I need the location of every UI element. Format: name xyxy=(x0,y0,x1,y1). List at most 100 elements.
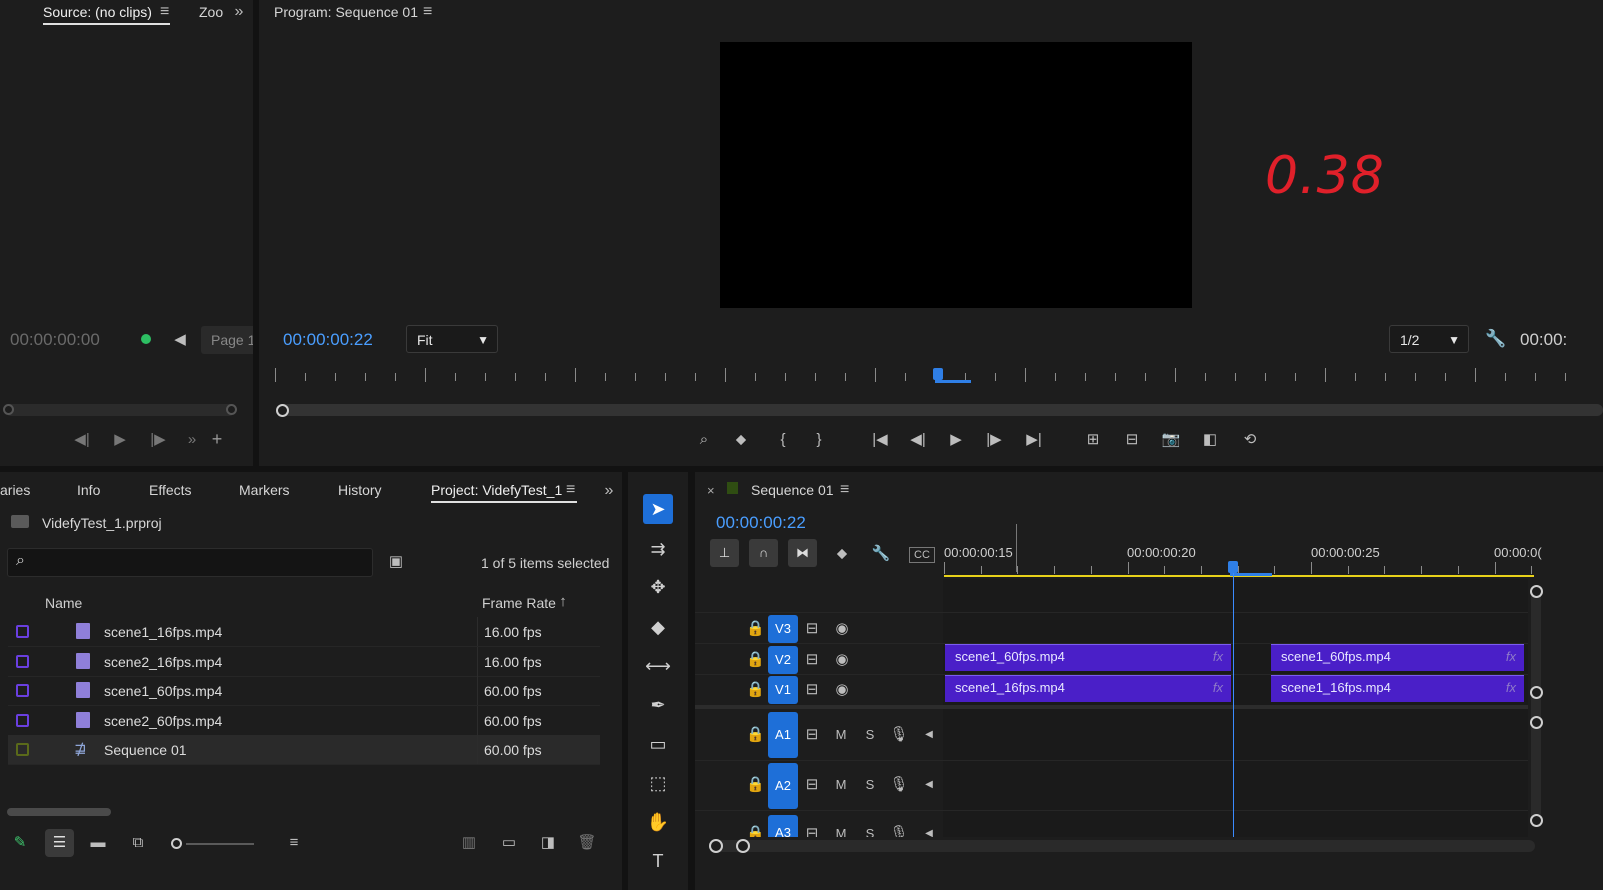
vertical-scrollbar-track[interactable] xyxy=(1531,588,1541,822)
timeline-menu-icon[interactable]: ≡ xyxy=(840,481,849,499)
track-target-v2[interactable]: V2 xyxy=(768,646,798,674)
column-header-name[interactable]: Name xyxy=(45,595,82,611)
resolution-dropdown[interactable]: 1/2 ▼ xyxy=(1389,325,1469,353)
sync-lock-icon[interactable]: ⊟ xyxy=(803,650,821,670)
track-target-a3[interactable]: A3 xyxy=(768,815,798,837)
type-tool-icon[interactable]: T xyxy=(643,846,673,876)
label-color-swatch[interactable] xyxy=(16,684,29,697)
captions-icon[interactable]: CC xyxy=(909,547,935,563)
go-to-in-icon[interactable]: |◀ xyxy=(868,430,892,450)
timeline-timecode[interactable]: 00:00:00:22 xyxy=(716,513,806,533)
lock-icon[interactable]: 🔒 xyxy=(746,824,765,837)
program-scrub-bar[interactable] xyxy=(277,404,1603,416)
close-tab-icon[interactable]: × xyxy=(707,483,715,498)
timeline-settings-wrench-icon[interactable]: 🔧 xyxy=(871,544,891,564)
tab-sequence[interactable]: Sequence 01 xyxy=(751,482,834,498)
extract-icon[interactable]: ⊟ xyxy=(1119,430,1145,450)
add-marker-icon[interactable]: ⬥ xyxy=(731,430,751,450)
source-play-icon[interactable]: ▶ xyxy=(110,430,130,450)
mark-out-icon[interactable]: } xyxy=(809,430,829,450)
freeform-view-icon[interactable]: ⧉ xyxy=(126,833,150,853)
more-controls-icon[interactable]: » xyxy=(182,430,202,450)
step-back-frame-icon[interactable]: ◀| xyxy=(907,430,929,450)
sort-icons-icon[interactable]: ≡ xyxy=(284,833,304,853)
selection-tool-button[interactable]: ➤ xyxy=(643,494,673,524)
tab-info[interactable]: Info xyxy=(77,482,100,498)
timeline-marker-icon[interactable]: ⬥ xyxy=(832,544,852,564)
mute-button[interactable]: M xyxy=(833,824,849,837)
zoom-slider-handle[interactable] xyxy=(171,838,182,849)
tab-project[interactable]: Project: VidefyTest_1 xyxy=(431,482,577,503)
rectangle-tool-icon[interactable]: ▭ xyxy=(643,729,673,759)
fx-badge-icon[interactable]: fx xyxy=(1213,680,1223,695)
clip-v2-b[interactable]: scene1_60fps.mp4 fx xyxy=(1271,644,1524,671)
volume-arrow-icon[interactable]: ◀ xyxy=(923,775,935,795)
tab-history[interactable]: History xyxy=(338,482,382,498)
nest-toggle-button[interactable]: ⊥ xyxy=(710,539,739,567)
vscroll-handle-mid[interactable] xyxy=(1530,686,1543,699)
fit-dropdown[interactable]: Fit ▼ xyxy=(406,325,498,353)
pen-tool-icon[interactable]: ✒ xyxy=(643,690,673,720)
razor-tool-icon[interactable]: ◆ xyxy=(643,612,673,642)
tab-libraries[interactable]: aries xyxy=(0,482,30,498)
zoom-slider-track[interactable] xyxy=(186,843,254,845)
horizontal-scrollbar[interactable] xyxy=(7,808,111,816)
program-menu-icon[interactable]: ≡ xyxy=(423,3,432,21)
snap-toggle-button[interactable]: ∩ xyxy=(749,539,778,567)
slip-tool-icon[interactable]: ⟷ xyxy=(643,651,673,681)
step-forward-frame-icon[interactable]: |▶ xyxy=(983,430,1005,450)
clip-v1-a[interactable]: scene1_16fps.mp4 fx xyxy=(945,675,1231,702)
mute-button[interactable]: M xyxy=(833,725,849,745)
timeline-playhead-head[interactable] xyxy=(1228,561,1238,573)
eye-icon[interactable]: ◉ xyxy=(832,650,852,670)
column-header-frame-rate[interactable]: Frame Rate xyxy=(482,595,556,611)
page-selector[interactable]: Page 1 xyxy=(201,326,253,354)
source-menu-icon[interactable]: ≡ xyxy=(160,3,169,21)
fx-badge-icon[interactable]: fx xyxy=(1213,649,1223,664)
track-target-v3[interactable]: V3 xyxy=(768,615,798,643)
tab-zoom[interactable]: Zoo xyxy=(199,4,223,20)
solo-button[interactable]: S xyxy=(863,775,877,795)
volume-arrow-icon[interactable]: ◀ xyxy=(923,824,935,837)
sync-lock-icon[interactable]: ⊟ xyxy=(803,824,821,837)
go-to-out-icon[interactable]: ▶| xyxy=(1022,430,1046,450)
sync-lock-icon[interactable]: ⊟ xyxy=(803,680,821,700)
source-zoom-handle-left[interactable] xyxy=(3,404,14,415)
program-playhead[interactable] xyxy=(933,368,943,380)
list-item-selected[interactable]: ⋣ Sequence 01 60.00 fps xyxy=(8,735,600,765)
program-play-icon[interactable]: ▶ xyxy=(946,430,966,450)
comparison-view-icon[interactable]: ◧ xyxy=(1198,430,1222,450)
pencil-icon[interactable]: ✎ xyxy=(10,833,30,853)
label-color-swatch[interactable] xyxy=(16,743,29,756)
tab-effects[interactable]: Effects xyxy=(149,482,192,498)
automate-to-sequence-icon[interactable]: ▥ xyxy=(458,833,480,853)
list-view-button[interactable]: ☰ xyxy=(45,829,74,857)
timeline-horizontal-scrollbar[interactable] xyxy=(713,840,1535,852)
track-target-a1[interactable]: A1 xyxy=(768,712,798,758)
panel-overflow-icon[interactable]: » xyxy=(229,2,249,22)
lock-icon[interactable]: 🔒 xyxy=(746,680,765,700)
source-scrub-bar[interactable] xyxy=(5,404,235,416)
label-color-swatch[interactable] xyxy=(16,655,29,668)
lift-icon[interactable]: ⊞ xyxy=(1080,430,1106,450)
solo-button[interactable]: S xyxy=(863,725,877,745)
source-zoom-handle-right[interactable] xyxy=(226,404,237,415)
lock-icon[interactable]: 🔒 xyxy=(746,619,765,639)
sync-lock-icon[interactable]: ⊟ xyxy=(803,775,821,795)
mute-button[interactable]: M xyxy=(833,775,849,795)
hscroll-handle-left[interactable] xyxy=(709,839,723,853)
tab-program[interactable]: Program: Sequence 01 xyxy=(274,4,418,20)
export-frame-camera-icon[interactable]: 📷 xyxy=(1160,430,1182,450)
mark-in-point-icon[interactable]: ⌕ xyxy=(693,430,715,450)
hand-tool-icon[interactable]: ✋ xyxy=(643,807,673,837)
track-target-v1[interactable]: V1 xyxy=(768,676,798,704)
icon-view-icon[interactable]: ▬ xyxy=(88,833,108,853)
vscroll-handle-bottom[interactable] xyxy=(1530,814,1543,827)
list-item[interactable]: scene2_60fps.mp4 60.00 fps xyxy=(8,706,600,736)
step-forward-icon[interactable]: |▶ xyxy=(148,430,168,450)
source-timecode[interactable]: 00:00:00:00 xyxy=(10,330,100,350)
track-select-tool-icon[interactable]: ⇉ xyxy=(643,534,673,564)
hscroll-handle-right[interactable] xyxy=(736,839,750,853)
new-bin-folder-icon[interactable]: ▭ xyxy=(498,833,520,853)
new-item-icon[interactable]: ◨ xyxy=(538,833,558,853)
